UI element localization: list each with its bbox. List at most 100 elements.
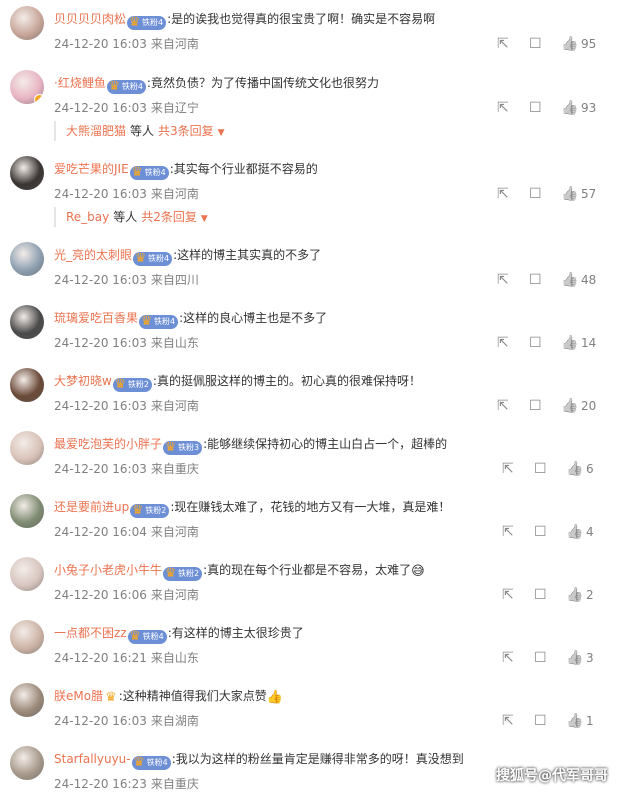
share-icon[interactable]: ⇱ bbox=[502, 524, 514, 540]
reply-summary[interactable]: Re_bay 等人 共2条回复 ▼ bbox=[54, 207, 614, 227]
comment-icon[interactable]: ☐ bbox=[529, 100, 542, 116]
comment-icon[interactable]: ☐ bbox=[529, 335, 542, 351]
location: 来自重庆 bbox=[150, 777, 199, 791]
fan-badge: ♛ 铁粉4 bbox=[129, 165, 169, 180]
comment-icon[interactable]: ☐ bbox=[534, 524, 547, 540]
comment-text: :这种精神值得我们大家点赞 bbox=[118, 689, 267, 703]
like-icon[interactable]: 👍 bbox=[566, 587, 583, 603]
username-link[interactable]: Starfallyuyu- bbox=[54, 752, 131, 766]
avatar[interactable] bbox=[10, 156, 44, 190]
like-icon[interactable]: 👍 bbox=[566, 650, 583, 666]
reply-summary[interactable]: 大熊溜肥猫 等人 共3条回复 ▼ bbox=[54, 121, 614, 141]
like-count: 3 bbox=[586, 651, 594, 665]
emoji-icon: 😅 bbox=[411, 564, 425, 579]
avatar[interactable] bbox=[10, 431, 44, 465]
comment-icon[interactable]: ☐ bbox=[529, 272, 542, 288]
reply-others: 等人 bbox=[130, 124, 155, 138]
reply-username[interactable]: Re_bay bbox=[66, 210, 109, 224]
avatar[interactable] bbox=[10, 557, 44, 591]
comment-item: 朕eMo腊 ♛:这种精神值得我们大家点赞👍 24-12-20 16:03 来自湖南 ⇱ ☐… bbox=[0, 683, 622, 735]
share-icon[interactable]: ⇱ bbox=[502, 650, 514, 666]
comment-icon[interactable]: ☐ bbox=[534, 461, 547, 477]
fan-badge: ♛ 铁粉2 bbox=[163, 566, 203, 581]
share-icon[interactable]: ⇱ bbox=[497, 100, 509, 116]
username-link[interactable]: 琉璃爱吃百香果 bbox=[54, 311, 138, 325]
comment-item: 一点都不困zz ♛ 铁粉4:有这样的博主太很珍贵了 24-12-20 16:21 来自山… bbox=[0, 620, 622, 672]
share-icon[interactable]: ⇱ bbox=[497, 272, 509, 288]
like-count: 2 bbox=[586, 588, 594, 602]
share-icon[interactable]: ⇱ bbox=[497, 186, 509, 202]
comment-icon[interactable]: ☐ bbox=[534, 713, 547, 729]
crown-icon: ♛ bbox=[133, 755, 145, 770]
avatar[interactable] bbox=[10, 683, 44, 717]
comment-icon[interactable]: ☐ bbox=[534, 587, 547, 603]
chevron-down-icon[interactable]: ▼ bbox=[218, 128, 225, 138]
avatar[interactable] bbox=[10, 242, 44, 276]
like-count: 93 bbox=[581, 101, 597, 115]
comment-item: 小兔子小老虎小牛牛 ♛ 铁粉2:真的现在每个行业都是不容易，太难了😅 24-12-20… bbox=[0, 557, 622, 609]
username-link[interactable]: 小兔子小老虎小牛牛 bbox=[54, 563, 162, 577]
like-count: 6 bbox=[586, 462, 594, 476]
like-icon[interactable]: 👍 bbox=[561, 398, 578, 414]
comment-actions: ⇱ ☐ 👍 95 bbox=[0, 36, 622, 52]
avatar[interactable] bbox=[10, 305, 44, 339]
comment-icon[interactable]: ☐ bbox=[534, 650, 547, 666]
share-icon[interactable]: ⇱ bbox=[497, 335, 509, 351]
comment-line: 朕eMo腊 ♛:这种精神值得我们大家点赞👍 bbox=[54, 688, 283, 706]
comment-text: :是的诶我也觉得真的很宝贵了啊！确实是不容易啊 bbox=[167, 12, 436, 26]
avatar[interactable] bbox=[10, 620, 44, 654]
comment-line: Starfallyuyu- ♛ 铁粉4:我以为这样的粉丝量肯定是赚得非常多的呀！真没… bbox=[54, 751, 464, 770]
share-icon[interactable]: ⇱ bbox=[502, 461, 514, 477]
like-icon[interactable]: 👍 bbox=[566, 461, 583, 477]
comment-meta: 24-12-20 16:23 来自重庆 bbox=[54, 776, 199, 792]
username-link[interactable]: 最爱吃泡芙的小胖子 bbox=[54, 437, 162, 451]
share-icon[interactable]: ⇱ bbox=[497, 398, 509, 414]
crown-icon: ♛ bbox=[128, 15, 141, 30]
reply-total-link[interactable]: 共3条回复 bbox=[158, 124, 214, 138]
fan-badge-label: 铁粉4 bbox=[121, 82, 143, 91]
comment-icon[interactable]: ☐ bbox=[529, 186, 542, 202]
timestamp: 24-12-20 16:23 bbox=[54, 777, 147, 791]
share-icon[interactable]: ⇱ bbox=[502, 587, 514, 603]
comment-text: :现在赚钱太难了，花钱的地方又有一大堆，真是难！ bbox=[170, 500, 451, 514]
crown-icon: ♛ bbox=[164, 440, 177, 455]
avatar[interactable] bbox=[10, 6, 44, 40]
username-link[interactable]: ·红烧鲤鱼 bbox=[54, 76, 106, 90]
username-link[interactable]: 一点都不困zz bbox=[54, 626, 127, 640]
watermark: 搜狐号@代军哥哥 bbox=[496, 768, 608, 784]
crown-icon: ♛ bbox=[105, 690, 117, 705]
share-icon[interactable]: ⇱ bbox=[497, 36, 509, 52]
comment-text: :竟然负债？为了传播中国传统文化也很努力 bbox=[146, 76, 379, 90]
share-icon[interactable]: ⇱ bbox=[502, 713, 514, 729]
comment-icon[interactable]: ☐ bbox=[529, 398, 542, 414]
username-link[interactable]: 还是要前进up bbox=[54, 500, 129, 514]
avatar[interactable] bbox=[10, 70, 44, 104]
like-count: 95 bbox=[581, 37, 597, 51]
like-icon[interactable]: 👍 bbox=[561, 100, 578, 116]
avatar[interactable] bbox=[10, 494, 44, 528]
comment-icon[interactable]: ☐ bbox=[529, 36, 542, 52]
like-icon[interactable]: 👍 bbox=[561, 36, 578, 52]
username-link[interactable]: 朕eMo腊 bbox=[54, 689, 103, 703]
fan-badge-label: 铁粉4 bbox=[142, 18, 164, 27]
comment-line: 琉璃爱吃百香果 ♛ 铁粉4:这样的良心博主也是不多了 bbox=[54, 310, 327, 329]
reply-username[interactable]: 大熊溜肥猫 bbox=[66, 124, 126, 138]
like-icon[interactable]: 👍 bbox=[561, 186, 578, 202]
like-icon[interactable]: 👍 bbox=[561, 335, 578, 351]
chevron-down-icon[interactable]: ▼ bbox=[201, 214, 208, 224]
avatar[interactable] bbox=[10, 746, 44, 780]
username-link[interactable]: 爱吃芒果的JIE bbox=[54, 162, 129, 176]
avatar[interactable] bbox=[10, 368, 44, 402]
fan-badge-label: 铁粉4 bbox=[146, 758, 168, 767]
username-link[interactable]: 大梦初晓w bbox=[54, 374, 112, 388]
fan-badge: ♛ 铁粉4 bbox=[127, 15, 167, 30]
comment-item: 还是要前进up ♛ 铁粉2:现在赚钱太难了，花钱的地方又有一大堆，真是难！ 24-12… bbox=[0, 494, 622, 546]
username-link[interactable]: 光_亮的太刺眼 bbox=[54, 248, 132, 262]
like-icon[interactable]: 👍 bbox=[566, 713, 583, 729]
like-icon[interactable]: 👍 bbox=[566, 524, 583, 540]
comment-actions: ⇱ ☐ 👍 2 bbox=[0, 587, 622, 603]
reply-total-link[interactable]: 共2条回复 bbox=[141, 210, 197, 224]
like-icon[interactable]: 👍 bbox=[561, 272, 578, 288]
username-link[interactable]: 贝贝贝贝肉松 bbox=[54, 12, 126, 26]
comment-item: 琉璃爱吃百香果 ♛ 铁粉4:这样的良心博主也是不多了 24-12-20 16:03 来自… bbox=[0, 305, 622, 357]
